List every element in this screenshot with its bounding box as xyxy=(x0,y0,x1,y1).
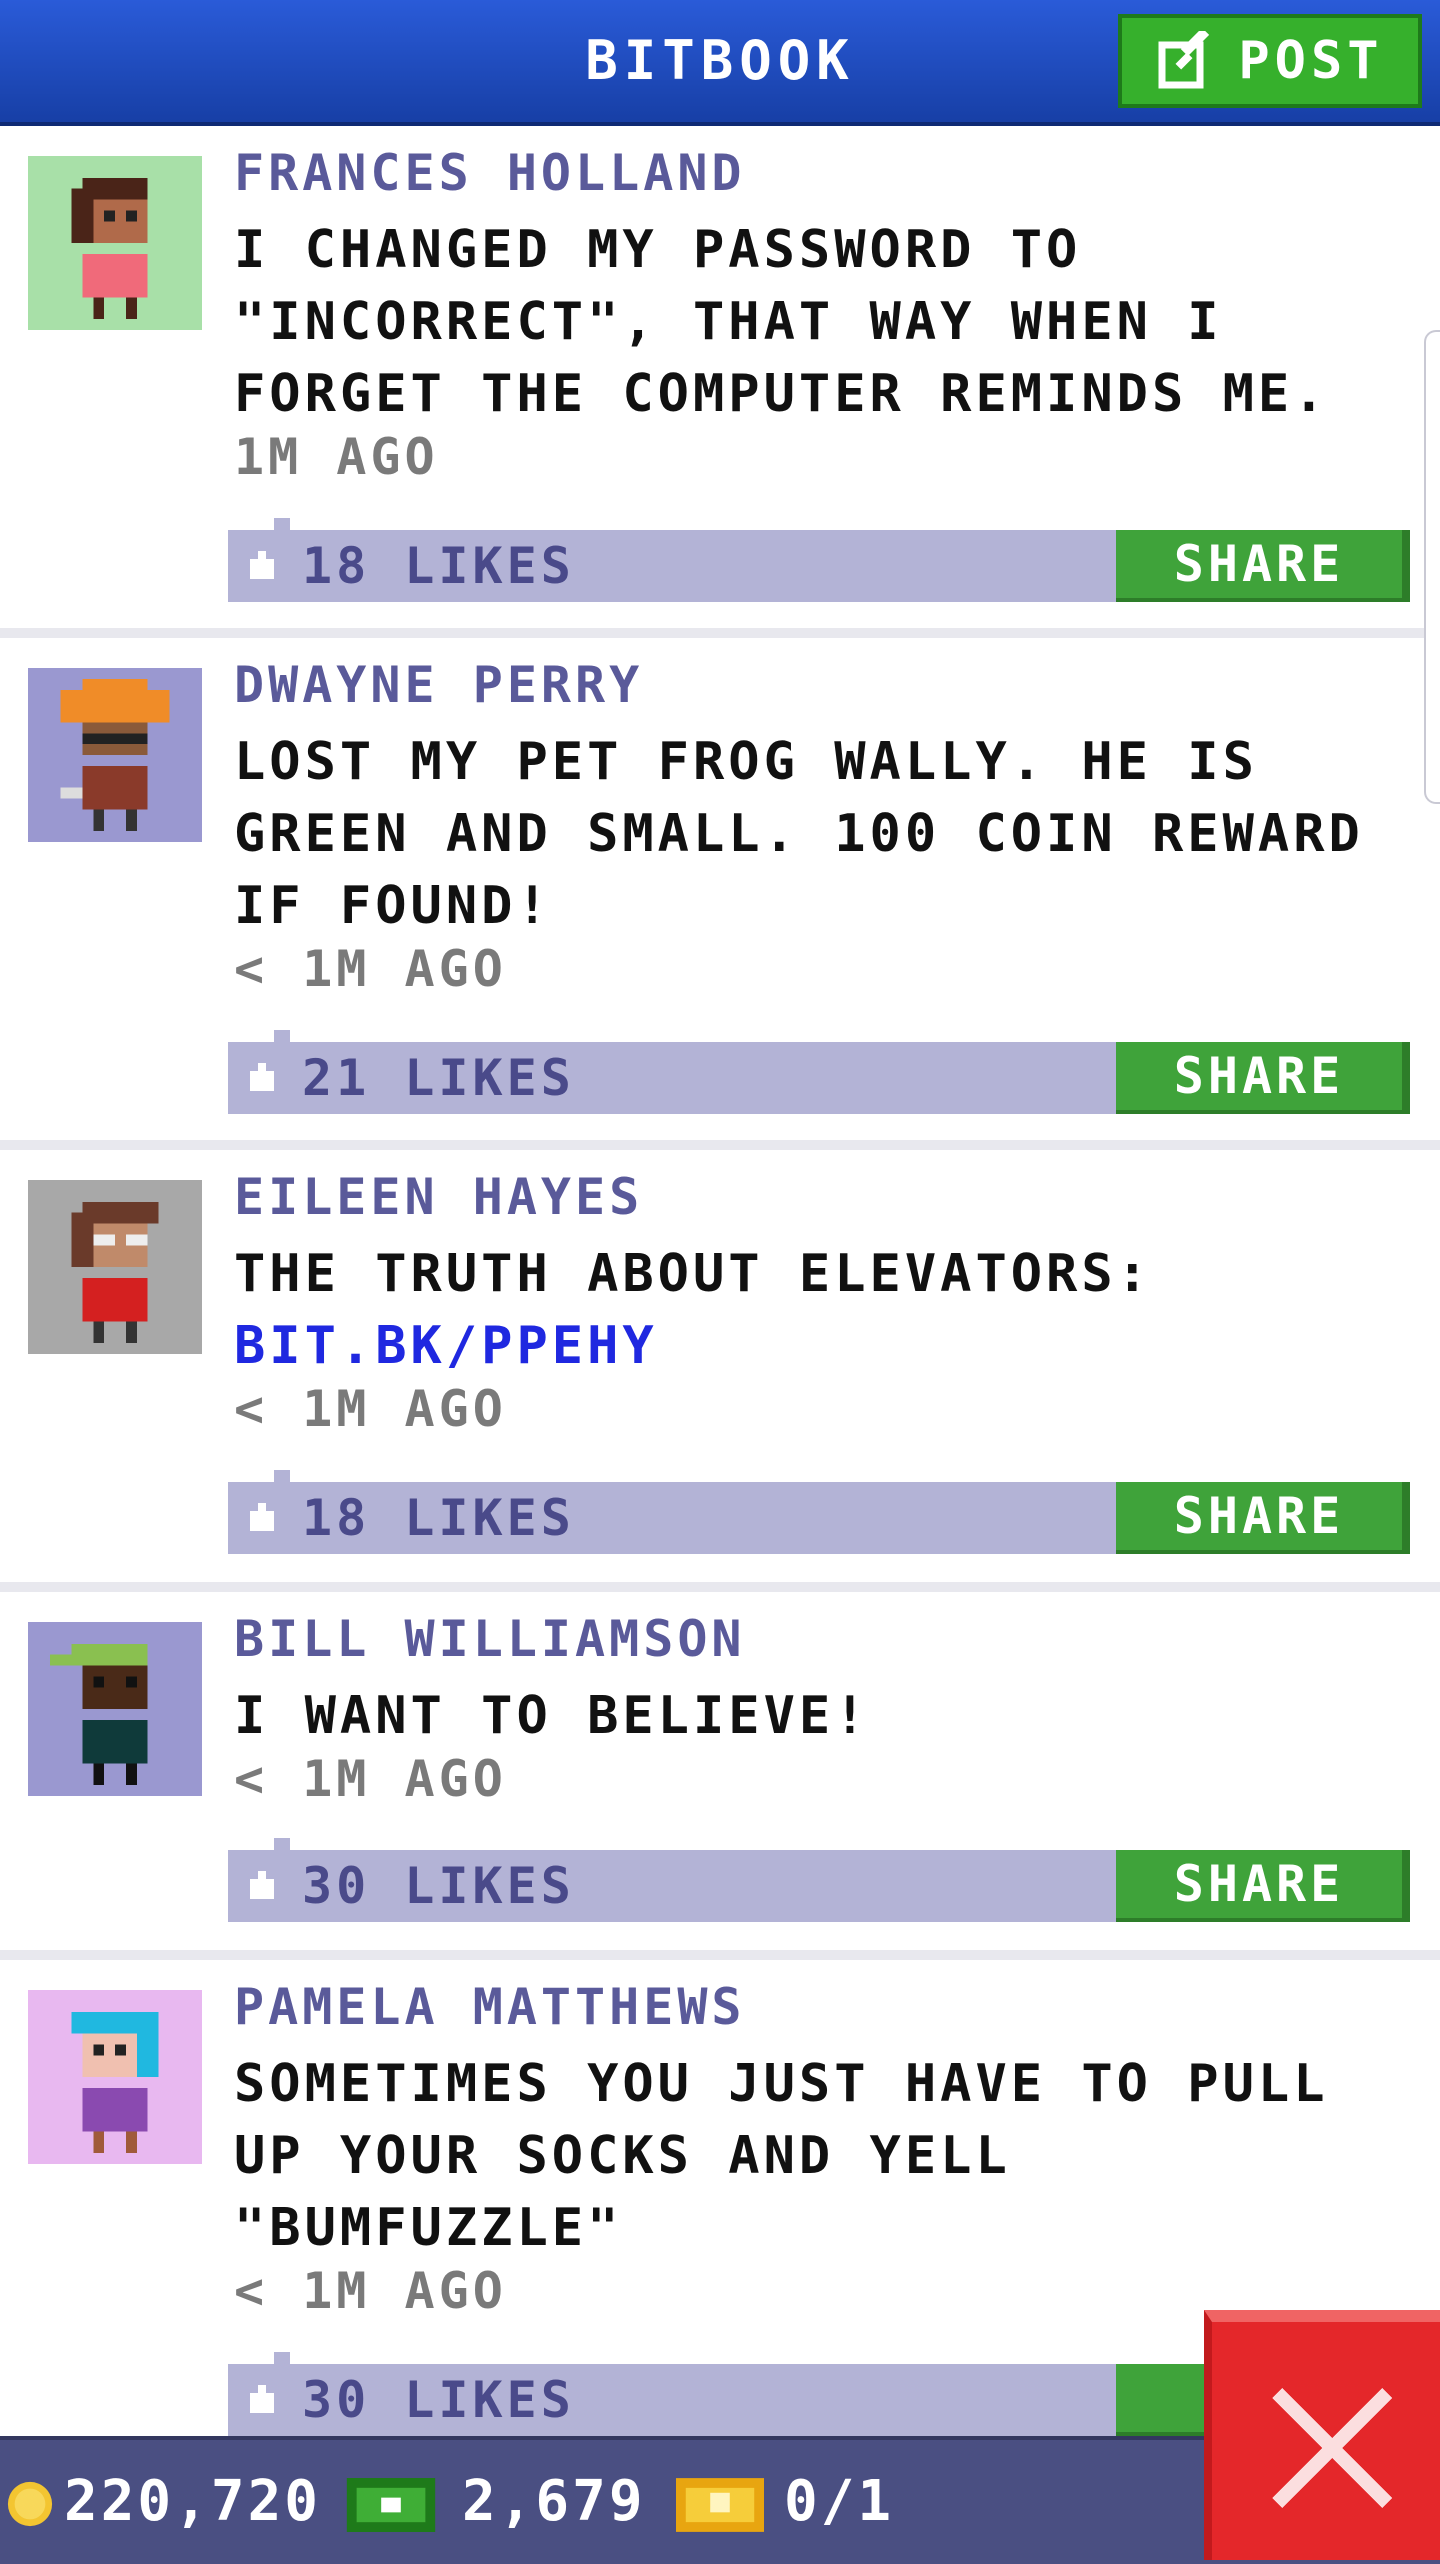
likes-tab xyxy=(274,2352,290,2364)
likes-bar: 18 LIKES SHARE xyxy=(228,1470,1410,1554)
share-button[interactable]: SHARE xyxy=(1116,1482,1410,1554)
coin-icon xyxy=(7,2481,53,2527)
avatar[interactable] xyxy=(28,668,202,842)
thumb-up-icon[interactable] xyxy=(242,1870,282,1904)
thumb-up-icon[interactable] xyxy=(242,550,282,584)
bux-icon xyxy=(346,2478,436,2532)
post-button-label: POST xyxy=(1238,31,1384,91)
post-author: FRANCES HOLLAND xyxy=(234,144,746,202)
post-time: < 1M AGO xyxy=(234,1380,507,1438)
bux-count: 2,679 xyxy=(462,2469,646,2534)
thumb-up-icon[interactable] xyxy=(242,2384,282,2418)
post-text: LOST MY PET FROG WALLY. HE IS GREEN AND … xyxy=(234,732,1364,936)
likes-count: 18 LIKES xyxy=(302,537,575,595)
feed-post: EILEEN HAYES THE TRUTH ABOUT ELEVATORS: … xyxy=(0,1150,1440,1592)
share-button[interactable]: SHARE xyxy=(1116,1042,1410,1114)
post-text: SOMETIMES YOU JUST HAVE TO PULL UP YOUR … xyxy=(234,2054,1329,2258)
close-button[interactable] xyxy=(1204,2310,1440,2560)
post-link[interactable]: BIT.BK/PPEHY xyxy=(234,1310,1414,1382)
feed: FRANCES HOLLAND I CHANGED MY PASSWORD TO… xyxy=(0,126,1440,2480)
avatar[interactable] xyxy=(28,1622,202,1796)
likes-count: 21 LIKES xyxy=(302,1049,575,1107)
likes-bar: 21 LIKES SHARE xyxy=(228,1030,1410,1114)
thumb-up-icon[interactable] xyxy=(242,1062,282,1096)
app-header: BITBOOK POST xyxy=(0,0,1440,126)
avatar[interactable] xyxy=(28,1180,202,1354)
likes-bar: 18 LIKES SHARE xyxy=(228,518,1410,602)
ticket-count: 0/1 xyxy=(784,2469,895,2534)
likes-bar: 30 LIKES SHARE xyxy=(228,1838,1410,1922)
likes-tab xyxy=(274,518,290,530)
post-text: I CHANGED MY PASSWORD TO "INCORRECT", TH… xyxy=(234,220,1329,424)
post-time: 1M AGO xyxy=(234,428,439,486)
likes-count: 18 LIKES xyxy=(302,1489,575,1547)
scrollbar[interactable] xyxy=(1424,330,1440,804)
post-author: EILEEN HAYES xyxy=(234,1168,644,1226)
likes-tab xyxy=(274,1030,290,1042)
share-button[interactable]: SHARE xyxy=(1116,1850,1410,1922)
coin-count: 220,720 xyxy=(64,2469,322,2534)
share-button[interactable]: SHARE xyxy=(1116,530,1410,602)
feed-post: BILL WILLIAMSON I WANT TO BELIEVE! < 1M … xyxy=(0,1592,1440,1960)
avatar[interactable] xyxy=(28,156,202,330)
post-time: < 1M AGO xyxy=(234,1750,507,1808)
feed-post: FRANCES HOLLAND I CHANGED MY PASSWORD TO… xyxy=(0,126,1440,638)
post-time: < 1M AGO xyxy=(234,940,507,998)
edit-icon xyxy=(1158,31,1210,89)
post-text: THE TRUTH ABOUT ELEVATORS: BIT.BK/PPEHY xyxy=(234,1238,1414,1382)
likes-count: 30 LIKES xyxy=(302,2371,575,2429)
post-text-body: THE TRUTH ABOUT ELEVATORS: xyxy=(234,1244,1152,1304)
avatar[interactable] xyxy=(28,1990,202,2164)
post-author: BILL WILLIAMSON xyxy=(234,1610,746,1668)
likes-tab xyxy=(274,1470,290,1482)
post-time: < 1M AGO xyxy=(234,2262,507,2320)
close-icon xyxy=(1272,2388,1392,2508)
ticket-icon xyxy=(676,2478,764,2532)
post-author: DWAYNE PERRY xyxy=(234,656,644,714)
post-button[interactable]: POST xyxy=(1118,14,1422,108)
likes-tab xyxy=(274,1838,290,1850)
likes-count: 30 LIKES xyxy=(302,1857,575,1915)
post-author: PAMELA MATTHEWS xyxy=(234,1978,746,2036)
post-text: I WANT TO BELIEVE! xyxy=(234,1686,870,1746)
feed-post: DWAYNE PERRY LOST MY PET FROG WALLY. HE … xyxy=(0,638,1440,1150)
thumb-up-icon[interactable] xyxy=(242,1502,282,1536)
